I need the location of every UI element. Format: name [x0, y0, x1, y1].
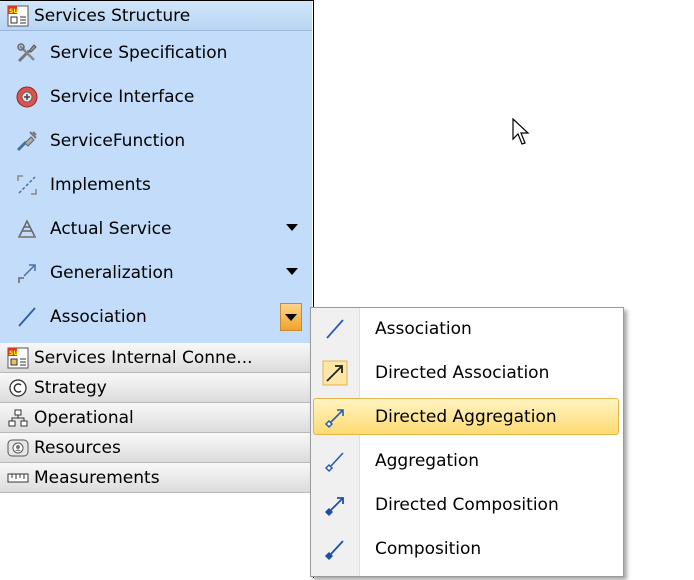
tool-association[interactable]: Association: [0, 295, 312, 339]
group-header-resources[interactable]: Resources: [0, 433, 312, 463]
tool-label: Implements: [50, 175, 151, 195]
tool-actual-service[interactable]: Actual Service: [0, 207, 312, 251]
directed-composition-icon: [311, 485, 359, 524]
tool-service-interface[interactable]: Service Interface: [0, 75, 312, 119]
association-dropdown-button[interactable]: [280, 303, 302, 331]
group-header-label: Operational: [34, 407, 134, 428]
tool-generalization[interactable]: Generalization: [0, 251, 312, 295]
tool-label: Service Specification: [50, 43, 228, 63]
menu-item-directed-composition[interactable]: Directed Composition: [311, 485, 623, 524]
group-header-strategy[interactable]: Strategy: [0, 373, 312, 403]
menu-item-label: Directed Aggregation: [375, 406, 557, 427]
svg-text:SU: SU: [9, 8, 18, 15]
tool-label: Actual Service: [50, 219, 172, 239]
services-structure-icon: SU: [4, 2, 32, 30]
tool-label: Generalization: [50, 263, 174, 283]
group-header-operational[interactable]: Operational: [0, 403, 312, 433]
association-icon: [311, 309, 359, 348]
operational-icon: [4, 404, 32, 432]
menu-item-label: Composition: [375, 538, 482, 559]
tool-label: ServiceFunction: [50, 131, 186, 151]
menu-item-label: Aggregation: [375, 450, 480, 471]
directed-association-icon: [311, 353, 359, 392]
mouse-cursor-icon: [512, 117, 534, 153]
chevron-down-icon[interactable]: [286, 268, 298, 275]
aggregation-icon: [311, 441, 359, 480]
services-structure-tools: Service Specification Service Interface: [0, 31, 312, 343]
group-header-services-internal-connectivity[interactable]: SU Services Internal Conne...: [0, 343, 312, 373]
menu-item-label: Directed Association: [375, 362, 550, 383]
chevron-down-icon[interactable]: [286, 224, 298, 231]
tool-label: Service Interface: [50, 87, 195, 107]
tool-implements[interactable]: Implements: [0, 163, 312, 207]
measurements-icon: [4, 464, 32, 492]
directed-aggregation-icon: [311, 397, 359, 436]
palette-panel: SU Services Structure Service Specificat…: [0, 0, 314, 578]
implements-icon: [14, 172, 40, 198]
tool-label: Association: [50, 307, 147, 327]
group-header-label: Measurements: [34, 467, 160, 488]
service-function-icon: [14, 128, 40, 154]
association-icon: [14, 304, 40, 330]
actual-service-icon: [14, 216, 40, 242]
menu-item-label: Directed Composition: [375, 494, 559, 515]
group-header-services-structure[interactable]: SU Services Structure: [0, 1, 312, 31]
group-header-label: Strategy: [34, 377, 107, 398]
tool-service-specification[interactable]: Service Specification: [0, 31, 312, 75]
resources-icon: [4, 434, 32, 462]
menu-item-association[interactable]: Association: [311, 309, 623, 348]
service-specification-icon: [14, 40, 40, 66]
svg-text:SU: SU: [9, 350, 18, 357]
strategy-icon: [4, 374, 32, 402]
group-header-label: Resources: [34, 437, 121, 458]
menu-item-label: Association: [375, 318, 472, 339]
services-internal-connectivity-icon: SU: [4, 344, 32, 372]
association-dropdown-menu: Association Directed Association Directe…: [310, 307, 624, 577]
generalization-icon: [14, 260, 40, 286]
tool-service-function[interactable]: ServiceFunction: [0, 119, 312, 163]
menu-item-composition[interactable]: Composition: [311, 529, 623, 568]
composition-icon: [311, 529, 359, 568]
menu-item-directed-aggregation[interactable]: Directed Aggregation: [311, 397, 623, 436]
service-interface-icon: [14, 84, 40, 110]
group-header-label: Services Internal Conne...: [34, 347, 253, 368]
menu-item-aggregation[interactable]: Aggregation: [311, 441, 623, 480]
menu-item-directed-association[interactable]: Directed Association: [311, 353, 623, 392]
group-header-measurements[interactable]: Measurements: [0, 463, 312, 493]
group-header-label: Services Structure: [34, 5, 191, 26]
